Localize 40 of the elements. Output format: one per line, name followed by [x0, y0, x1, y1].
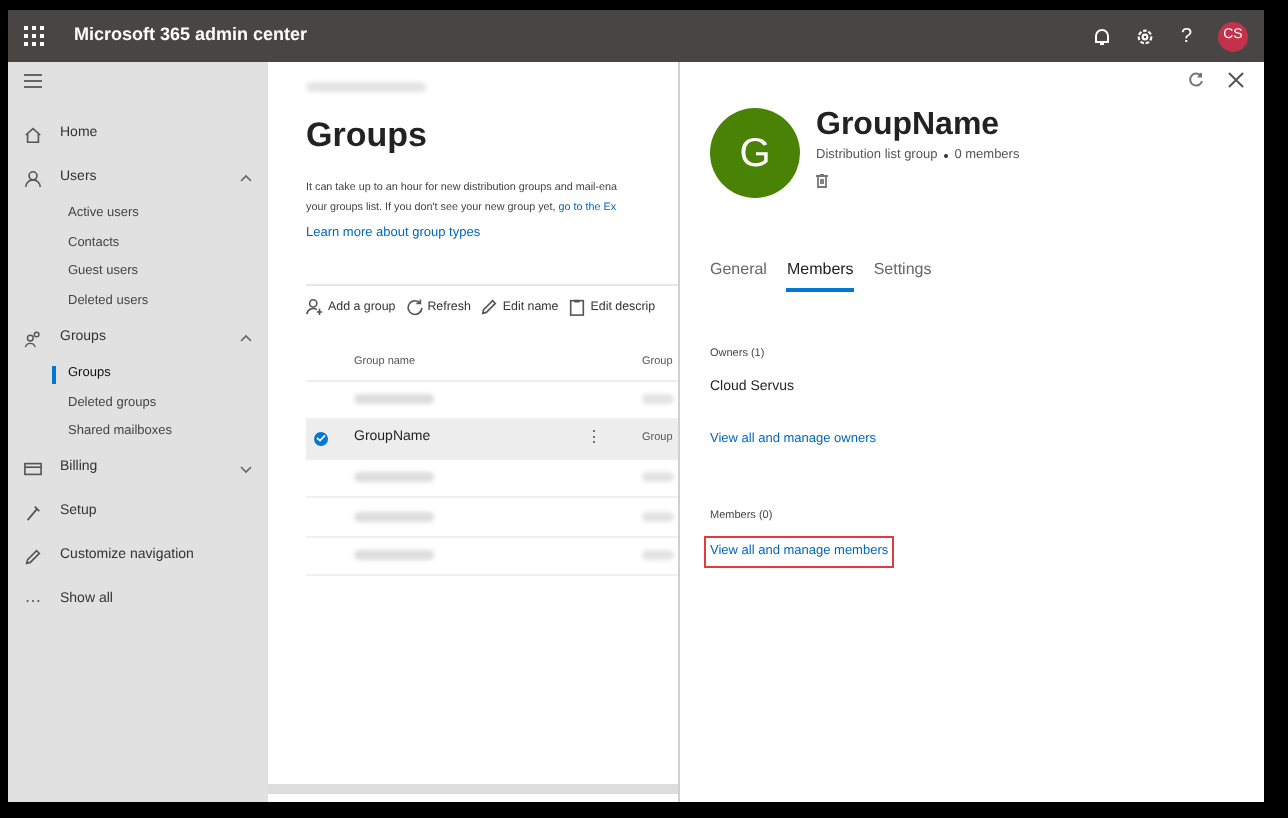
settings-icon[interactable]: [1136, 27, 1155, 45]
person-icon: [24, 169, 42, 187]
blurred-text: [642, 511, 674, 522]
more-options-icon[interactable]: ⋮: [586, 426, 642, 451]
tab[interactable]: Members: [786, 258, 854, 292]
refresh-icon: [405, 298, 424, 317]
blurred-text: [642, 394, 674, 405]
tab[interactable]: General: [710, 258, 767, 292]
blurred-text: [642, 550, 674, 561]
blurred-text: [642, 472, 674, 483]
blurred-text: [354, 550, 434, 561]
group-avatar: G: [710, 108, 800, 198]
check-circle-icon[interactable]: [314, 431, 328, 446]
app-title: Microsoft 365 admin center: [74, 22, 308, 49]
pencil-icon: [24, 548, 42, 566]
tab[interactable]: Settings: [873, 258, 932, 292]
blurred-text: [354, 472, 434, 483]
pencil-icon: [480, 298, 499, 317]
scrollbar[interactable]: [268, 784, 678, 794]
chevron-down-icon[interactable]: [240, 465, 252, 473]
app-launcher-icon[interactable]: [24, 26, 44, 46]
close-icon[interactable]: [1228, 72, 1244, 88]
wrench-icon: [24, 504, 42, 522]
chevron-up-icon[interactable]: [240, 334, 252, 342]
bell-icon[interactable]: [1094, 27, 1111, 45]
card-icon: [24, 460, 42, 478]
page-title: Groups: [306, 114, 429, 158]
add-person-icon: [306, 298, 324, 317]
blurred-text: [354, 394, 434, 405]
blurred-text: [354, 511, 434, 522]
menu-icon[interactable]: [24, 74, 42, 88]
help-icon[interactable]: ?: [1180, 21, 1192, 51]
people-icon: [24, 329, 42, 347]
group-title: GroupName: [816, 106, 1002, 146]
refresh-icon[interactable]: [1188, 72, 1204, 88]
clipboard-icon: [568, 298, 587, 317]
blurred-breadcrumb: [306, 82, 426, 92]
home-icon: [24, 125, 42, 143]
trash-icon[interactable]: [816, 173, 828, 188]
chevron-up-icon[interactable]: [240, 174, 252, 182]
